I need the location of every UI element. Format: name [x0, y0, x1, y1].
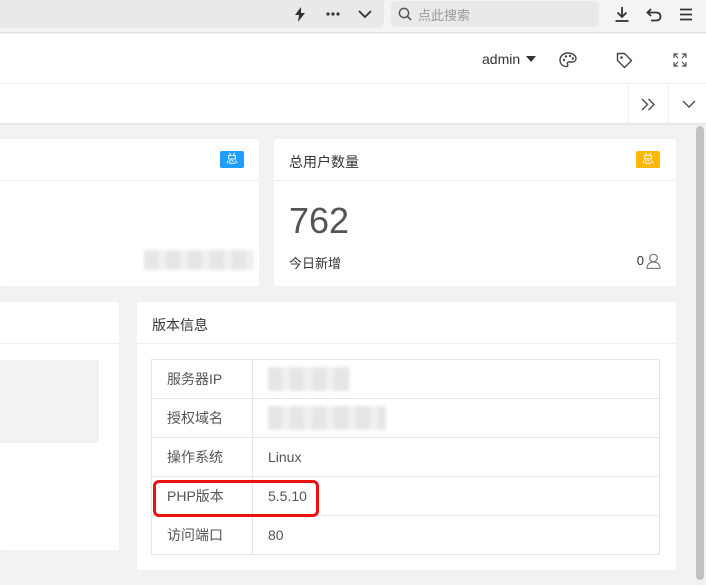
row-value [252, 359, 660, 399]
php-version-highlight [153, 480, 319, 517]
table-row: 操作系统 Linux [151, 437, 660, 477]
search-placeholder: 点此搜索 [418, 7, 471, 23]
row-key: 操作系统 [151, 437, 253, 477]
stat-card-left: 总 [0, 139, 259, 286]
browser-search-box[interactable]: 点此搜索 [391, 1, 599, 27]
fullscreen-icon[interactable] [670, 50, 690, 70]
undo-icon[interactable] [642, 3, 666, 25]
tag-icon[interactable] [614, 50, 634, 70]
left-panel-card [0, 302, 119, 550]
palette-icon[interactable] [558, 50, 578, 70]
total-users-card: 总用户数量 总 762 今日新增 0 [274, 139, 676, 286]
today-new-value: 0 [636, 253, 644, 268]
row-value: 80 [252, 515, 660, 555]
browser-toolbar-left [0, 0, 384, 28]
card-header: 总 [0, 139, 259, 181]
card-header [0, 302, 119, 344]
card-header: 总用户数量 总 [274, 139, 676, 181]
row-key: 访问端口 [151, 515, 253, 555]
card-title: 总用户数量 [289, 154, 359, 170]
table-row: 访问端口 80 [151, 515, 660, 555]
user-icon [646, 253, 661, 269]
tabs-dropdown-icon[interactable] [668, 84, 706, 124]
total-users-value: 762 [289, 200, 350, 241]
row-key: 授权域名 [151, 398, 253, 438]
card-header: 版本信息 [137, 302, 676, 344]
caret-down-icon[interactable] [526, 56, 536, 62]
row-value: Linux [252, 437, 660, 477]
row-key: 服务器IP [151, 359, 253, 399]
blurred-domain [268, 406, 386, 430]
total-badge: 总 [636, 151, 660, 168]
menu-icon[interactable] [674, 3, 698, 25]
placeholder-block [0, 360, 99, 443]
download-icon[interactable] [610, 3, 634, 25]
row-value [252, 398, 660, 438]
table-row: 服务器IP [151, 359, 660, 399]
version-info-card: 版本信息 服务器IP 授权域名 操作系统 Linux PHP版本 5.5.10 … [137, 302, 676, 570]
browser-toolbar: 点此搜索 [0, 0, 706, 33]
tabs-bar [0, 84, 706, 124]
table-row: 授权域名 [151, 398, 660, 438]
card-title: 版本信息 [152, 317, 208, 333]
tabs-next-icon[interactable] [628, 84, 668, 124]
search-icon [398, 7, 412, 21]
blurred-value [144, 250, 254, 270]
scrollbar[interactable] [696, 126, 704, 585]
version-table: 服务器IP 授权域名 操作系统 Linux PHP版本 5.5.10 访问端口 … [151, 359, 660, 555]
scrollbar-thumb[interactable] [696, 126, 704, 580]
user-menu[interactable]: admin [482, 51, 520, 67]
blurred-ip [268, 367, 350, 391]
today-new-label: 今日新增 [289, 256, 342, 271]
chevron-down-icon[interactable] [354, 3, 376, 25]
lightning-icon[interactable] [289, 3, 311, 25]
more-icon[interactable] [322, 3, 344, 25]
app-header: admin [0, 34, 706, 84]
total-badge: 总 [220, 151, 244, 168]
